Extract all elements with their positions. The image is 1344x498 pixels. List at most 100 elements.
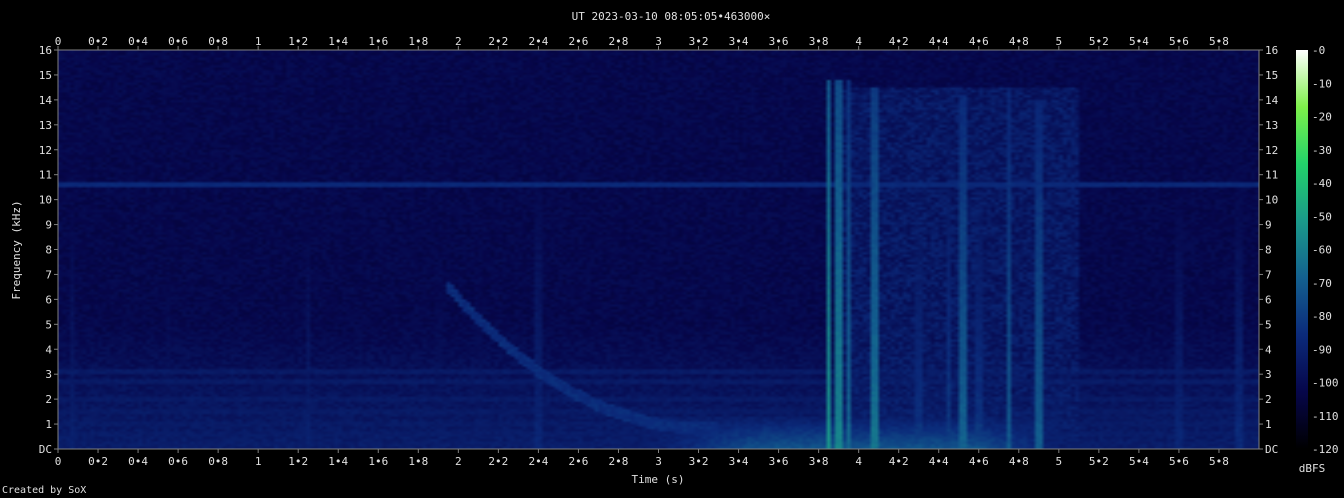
y-tick-label-left: 8 [45,244,52,257]
x-tick-label-top: 0•4 [128,35,148,48]
x-tick-label-bottom: 0•8 [208,455,228,468]
x-tick-label-top: 5•2 [1089,35,1109,48]
x-tick-label-bottom: 4•6 [969,455,989,468]
y-tick-label-right: 4 [1265,343,1272,356]
y-tick-label-left: 4 [45,343,52,356]
x-tick-label-top: 5•4 [1129,35,1149,48]
x-tick-label-top: 4•8 [1009,35,1029,48]
x-axis-top-ticks: 0 0•2 0•4 0•6 0•8 1 1•2 1•4 1•6 1•8 2 2•2 2•4 2•6 2•8 3… [55,35,1229,50]
x-tick-label-bottom: 4•4 [929,455,949,468]
y-tick-label-right: 7 [1265,268,1272,281]
colorbar: -0 -10 -20 -30 -40 -50 -60 -70 -80 -90 -100 -110 -12… [1296,44,1339,456]
x-tick-label-bottom: 3•8 [809,455,829,468]
x-tick-label-bottom: 2 [455,455,462,468]
y-axis-right-ticks: DC12345678910111213141516 [1259,44,1279,456]
x-tick-label-bottom: 4•2 [889,455,909,468]
y-tick-label-right: 14 [1265,94,1279,107]
x-tick-label-bottom: 1•2 [288,455,308,468]
x-tick-label-bottom: 5•4 [1129,455,1149,468]
x-tick-label-top: 1•8 [408,35,428,48]
colorbar-tick-label: -100 [1312,377,1339,390]
y-tick-label-left: 15 [39,69,52,82]
x-tick-label-top: 4•6 [969,35,989,48]
y-tick-label-left: 14 [39,94,53,107]
x-tick-label-top: 2•8 [609,35,629,48]
y-tick-label-left: 5 [45,318,52,331]
y-tick-label-left: 1 [45,418,52,431]
x-tick-label-top: 1•2 [288,35,308,48]
x-tick-label-top: 3•8 [809,35,829,48]
x-tick-label-top: 1•4 [328,35,348,48]
x-tick-label-bottom: 1•6 [368,455,388,468]
x-tick-label-bottom: 3 [655,455,662,468]
x-tick-label-top: 0 [55,35,62,48]
x-tick-label-top: 3 [655,35,662,48]
x-tick-label-top: 4 [855,35,862,48]
x-tick-label-top: 4•2 [889,35,909,48]
colorbar-tick-label: -30 [1312,144,1332,157]
x-tick-label-bottom: 5•6 [1169,455,1189,468]
y-tick-label-left: 11 [39,169,52,182]
x-tick-label-top: 0•8 [208,35,228,48]
y-tick-label-right: DC [1265,443,1278,456]
y-tick-label-right: 15 [1265,69,1278,82]
x-tick-label-bottom: 0•4 [128,455,148,468]
x-axis-label: Time (s) [632,473,685,486]
y-tick-label-right: 1 [1265,418,1272,431]
y-tick-label-left: 16 [39,44,52,57]
y-tick-label-left: 12 [39,144,52,157]
x-tick-label-bottom: 0 [55,455,62,468]
spectrogram-chart: UT 2023-03-10 08:05:05•463000× 0 0•2 0•4 0•… [10,10,1339,486]
x-tick-label-bottom: 2•2 [488,455,508,468]
colorbar-tick-label: -70 [1312,277,1332,290]
colorbar-tick-label: -10 [1312,77,1332,90]
colorbar-tick-label: -90 [1312,343,1332,356]
spectrogram-image [58,50,1259,449]
x-tick-label-bottom: 5•8 [1209,455,1229,468]
y-tick-label-right: 9 [1265,219,1272,232]
y-tick-label-left: 7 [45,268,52,281]
x-tick-label-bottom: 4•8 [1009,455,1029,468]
spectrogram-plot [57,49,1260,450]
x-tick-label-bottom: 0•2 [88,455,108,468]
x-tick-label-bottom: 1 [255,455,262,468]
x-tick-label-bottom: 1•4 [328,455,348,468]
y-tick-label-right: 13 [1265,119,1278,132]
x-tick-label-top: 3•4 [729,35,749,48]
colorbar-tick-label: -50 [1312,210,1332,223]
x-tick-label-bottom: 5•2 [1089,455,1109,468]
x-tick-label-top: 2 [455,35,462,48]
x-tick-label-top: 1•6 [368,35,388,48]
x-tick-label-bottom: 2•6 [568,455,588,468]
x-tick-label-top: 2•2 [488,35,508,48]
y-tick-label-left: DC [39,443,52,456]
y-tick-label-right: 2 [1265,393,1272,406]
y-tick-label-left: 10 [39,194,52,207]
x-tick-label-top: 2•6 [568,35,588,48]
y-axis-left-ticks: DC12345678910111213141516 [39,44,58,456]
colorbar-tick-label: -110 [1312,410,1339,423]
x-tick-label-top: 1 [255,35,262,48]
colorbar-tick-label: -40 [1312,177,1332,190]
x-axis-bottom-ticks: 0 0•2 0•4 0•6 0•8 1 1•2 1•4 1•6 1•8 2 2•2 2•4 2•6 2•8 3… [55,449,1229,468]
x-tick-label-bottom: 3•2 [689,455,709,468]
x-tick-label-top: 3•2 [689,35,709,48]
x-tick-label-top: 0•2 [88,35,108,48]
x-tick-label-top: 5•8 [1209,35,1229,48]
colorbar-label: dBFS [1299,462,1326,475]
y-tick-label-right: 5 [1265,318,1272,331]
y-tick-label-right: 8 [1265,244,1272,257]
y-tick-label-right: 3 [1265,368,1272,381]
y-tick-label-right: 12 [1265,144,1278,157]
x-tick-label-top: 5•6 [1169,35,1189,48]
credit-text: Created by SoX [2,485,87,496]
colorbar-tick-label: -120 [1312,443,1339,456]
y-tick-label-right: 16 [1265,44,1278,57]
y-tick-label-right: 11 [1265,169,1278,182]
x-tick-label-bottom: 0•6 [168,455,188,468]
y-tick-label-right: 6 [1265,293,1272,306]
x-tick-label-bottom: 1•8 [408,455,428,468]
colorbar-scale [1296,50,1308,449]
colorbar-tick-label: -20 [1312,111,1332,124]
x-tick-label-top: 5 [1056,35,1063,48]
